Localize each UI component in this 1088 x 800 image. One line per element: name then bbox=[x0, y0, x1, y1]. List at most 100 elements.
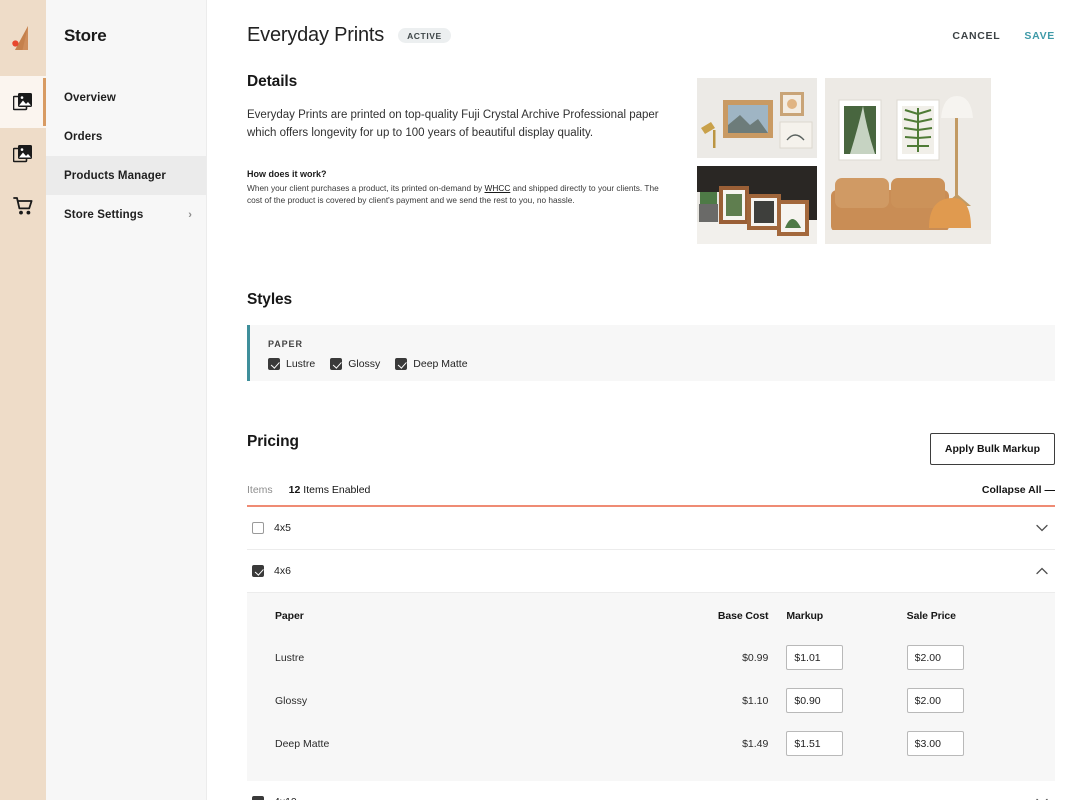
column-header-sale-price: Sale Price bbox=[907, 593, 1027, 636]
base-cost-value: $0.99 bbox=[666, 636, 786, 679]
paper-group-label: PAPER bbox=[268, 339, 1037, 349]
sidebar: Store Overview Orders Products Manager S… bbox=[46, 0, 207, 800]
item-name: 4x10 bbox=[274, 796, 297, 800]
collapse-all-button[interactable]: Collapse All — bbox=[982, 484, 1055, 496]
gallery-icon bbox=[13, 92, 33, 112]
markup-input[interactable] bbox=[786, 688, 843, 713]
checkbox-item-4x6[interactable] bbox=[252, 565, 264, 577]
paper-name: Deep Matte bbox=[275, 722, 666, 765]
markup-input[interactable] bbox=[786, 645, 843, 670]
header-actions: CANCEL SAVE bbox=[952, 30, 1055, 42]
style-option-label: Deep Matte bbox=[413, 358, 467, 370]
pricing-section: Pricing Apply Bulk Markup Items 12 Items… bbox=[247, 433, 1055, 800]
photo-shelf-frames-illustration bbox=[697, 166, 817, 244]
brand-logo[interactable] bbox=[0, 0, 46, 76]
paper-name: Glossy bbox=[275, 679, 666, 722]
styles-heading: Styles bbox=[247, 291, 1055, 309]
product-photo-shelf-frames[interactable] bbox=[697, 166, 817, 244]
table-row: Glossy $1.10 bbox=[275, 679, 1027, 722]
chevron-down-icon[interactable] bbox=[1036, 524, 1048, 532]
pricing-heading: Pricing bbox=[247, 433, 299, 451]
gallery-column-left bbox=[697, 78, 817, 244]
details-body: Everyday Prints are printed on top-quali… bbox=[247, 107, 671, 143]
sidebar-item-label: Store Settings bbox=[64, 209, 143, 221]
table-row[interactable]: 4x6 bbox=[247, 550, 1055, 593]
item-name: 4x6 bbox=[274, 565, 291, 577]
style-option-glossy[interactable]: Glossy bbox=[330, 358, 380, 370]
app-root: Store Overview Orders Products Manager S… bbox=[0, 0, 1088, 800]
column-header-paper: Paper bbox=[275, 593, 666, 636]
details-section: Details Everyday Prints are printed on t… bbox=[247, 73, 1055, 244]
how-body-part-1: When your client purchases a product, it… bbox=[247, 183, 485, 193]
how-it-works-body: When your client purchases a product, it… bbox=[247, 182, 671, 208]
sale-price-input[interactable] bbox=[907, 645, 964, 670]
chevron-right-icon: › bbox=[188, 209, 192, 221]
checkbox-item-4x5[interactable] bbox=[252, 522, 264, 534]
checkbox-item-4x10[interactable] bbox=[252, 796, 264, 800]
paper-options: Lustre Glossy Deep Matte bbox=[268, 358, 1037, 370]
icon-rail bbox=[0, 0, 46, 800]
checkbox-deep-matte[interactable] bbox=[395, 358, 407, 370]
style-option-lustre[interactable]: Lustre bbox=[268, 358, 315, 370]
details-heading: Details bbox=[247, 73, 671, 91]
brand-logo-icon bbox=[10, 23, 36, 53]
how-it-works-heading: How does it work? bbox=[247, 169, 671, 179]
pricing-header: Pricing Apply Bulk Markup bbox=[247, 433, 1055, 467]
apply-bulk-markup-button[interactable]: Apply Bulk Markup bbox=[930, 433, 1055, 465]
items-enabled-label: Items Enabled bbox=[300, 484, 370, 496]
sidebar-item-overview[interactable]: Overview bbox=[46, 78, 206, 117]
sidebar-item-store-settings[interactable]: Store Settings › bbox=[46, 195, 206, 234]
table-row: Lustre $0.99 bbox=[275, 636, 1027, 679]
cart-icon bbox=[13, 196, 34, 216]
paper-style-card: PAPER Lustre Glossy Deep Matte bbox=[247, 325, 1055, 381]
pricing-table: Paper Base Cost Markup Sale Price Lustre… bbox=[275, 593, 1027, 765]
details-text-column: Details Everyday Prints are printed on t… bbox=[247, 73, 697, 244]
chevron-up-icon[interactable] bbox=[1036, 567, 1048, 575]
product-gallery bbox=[697, 73, 991, 244]
checkbox-glossy[interactable] bbox=[330, 358, 342, 370]
cancel-button[interactable]: CANCEL bbox=[952, 30, 1000, 42]
save-button[interactable]: SAVE bbox=[1024, 30, 1055, 42]
style-option-label: Lustre bbox=[286, 358, 315, 370]
styles-section: Styles PAPER Lustre Glossy Deep Matte bbox=[247, 291, 1055, 381]
gallery-icon bbox=[13, 144, 33, 164]
whcc-link[interactable]: WHCC bbox=[485, 183, 511, 193]
page-header: Everyday Prints ACTIVE CANCEL SAVE bbox=[247, 0, 1055, 47]
rail-item-gallery-2[interactable] bbox=[0, 128, 46, 180]
sidebar-item-label: Overview bbox=[64, 92, 116, 104]
rail-item-gallery-1[interactable] bbox=[0, 76, 46, 128]
markup-input[interactable] bbox=[786, 731, 843, 756]
table-row[interactable]: 4x10 bbox=[247, 781, 1055, 800]
sale-price-input[interactable] bbox=[907, 688, 964, 713]
paper-name: Lustre bbox=[275, 636, 666, 679]
sidebar-item-products-manager[interactable]: Products Manager bbox=[46, 156, 206, 195]
column-header-base-cost: Base Cost bbox=[666, 593, 786, 636]
items-enabled-count: 12 bbox=[289, 484, 301, 496]
status-badge: ACTIVE bbox=[398, 28, 451, 44]
item-detail-panel-4x6: Paper Base Cost Markup Sale Price Lustre… bbox=[247, 593, 1055, 781]
tab-items-enabled[interactable]: 12 Items Enabled bbox=[289, 484, 371, 496]
style-option-deep-matte[interactable]: Deep Matte bbox=[395, 358, 467, 370]
checkbox-lustre[interactable] bbox=[268, 358, 280, 370]
product-photo-living-room[interactable] bbox=[825, 78, 991, 244]
tab-items[interactable]: Items bbox=[247, 484, 273, 496]
main-content: Everyday Prints ACTIVE CANCEL SAVE Detai… bbox=[207, 0, 1088, 800]
style-option-label: Glossy bbox=[348, 358, 380, 370]
table-row[interactable]: 4x5 bbox=[247, 507, 1055, 550]
column-header-markup: Markup bbox=[786, 593, 906, 636]
product-photo-wall-frames[interactable] bbox=[697, 78, 817, 158]
sidebar-title: Store bbox=[46, 26, 206, 46]
base-cost-value: $1.49 bbox=[666, 722, 786, 765]
sidebar-item-label: Products Manager bbox=[64, 170, 166, 182]
item-name: 4x5 bbox=[274, 522, 291, 534]
sidebar-item-orders[interactable]: Orders bbox=[46, 117, 206, 156]
page-title: Everyday Prints bbox=[247, 24, 384, 47]
table-row: Deep Matte $1.49 bbox=[275, 722, 1027, 765]
base-cost-value: $1.10 bbox=[666, 679, 786, 722]
photo-living-room-illustration bbox=[825, 78, 991, 244]
items-tabs-bar: Items 12 Items Enabled Collapse All — bbox=[247, 484, 1055, 507]
photo-wall-frames-illustration bbox=[697, 78, 817, 158]
sale-price-input[interactable] bbox=[907, 731, 964, 756]
pricing-table-header-row: Paper Base Cost Markup Sale Price bbox=[275, 593, 1027, 636]
rail-item-store[interactable] bbox=[0, 180, 46, 232]
